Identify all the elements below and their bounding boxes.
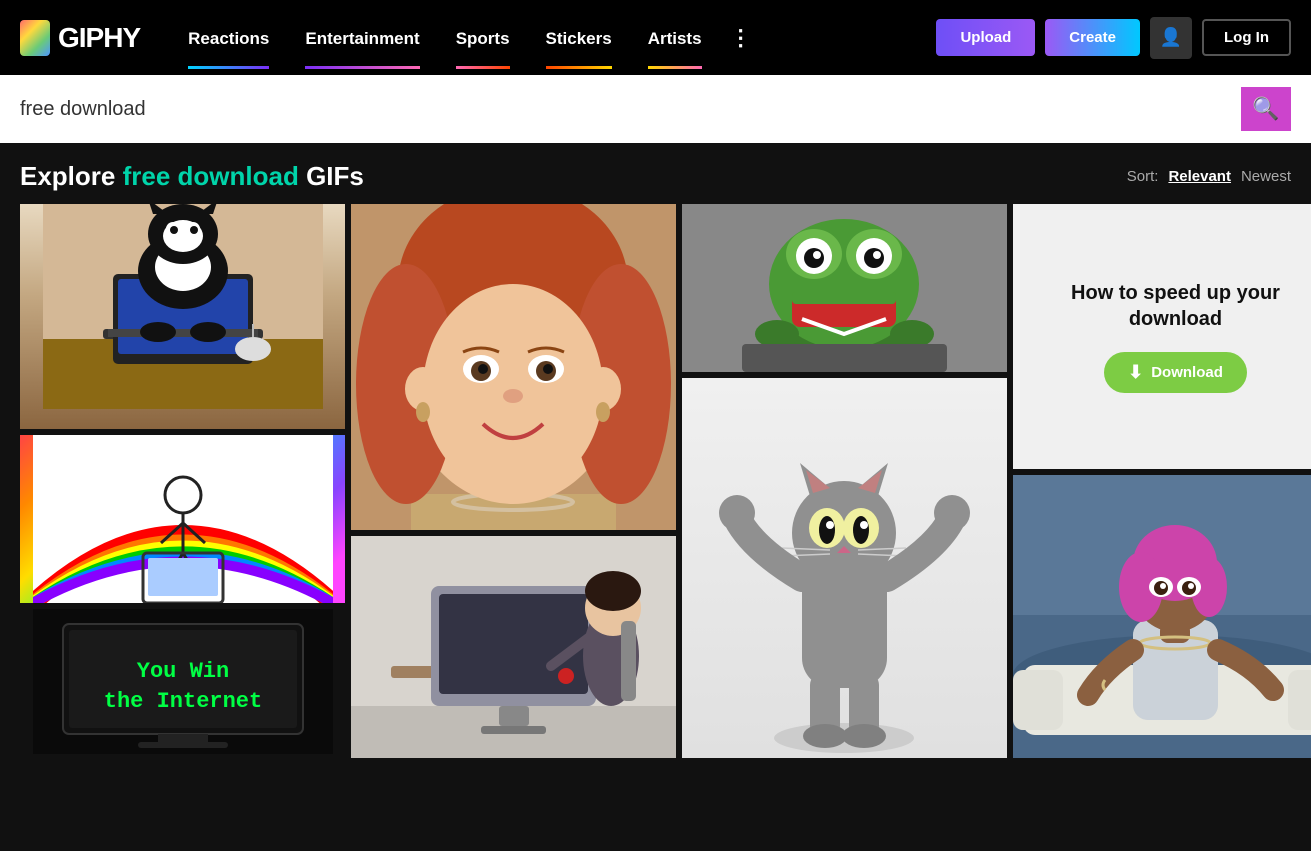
woman-smile-illustration bbox=[351, 204, 676, 530]
nav-item-reactions[interactable]: Reactions bbox=[170, 7, 287, 69]
ad-title: How to speed up your download bbox=[1033, 280, 1311, 332]
gif-cat-typing[interactable] bbox=[20, 204, 345, 429]
gif-column-4: How to speed up your download ⬇ Download bbox=[1013, 204, 1311, 758]
gif-grid: ✦ ✦ ✦ bbox=[0, 204, 1311, 778]
nav-item-sports[interactable]: Sports bbox=[438, 7, 528, 69]
cat-standing-illustration bbox=[682, 378, 1007, 758]
search-icon: 🔍 bbox=[1252, 96, 1279, 122]
user-icon-button[interactable]: 👤 bbox=[1150, 17, 1192, 59]
explore-title: Explore free download GIFs bbox=[20, 161, 364, 192]
gif-column-1: ✦ ✦ ✦ bbox=[20, 204, 345, 758]
search-button[interactable]: 🔍 bbox=[1241, 87, 1291, 131]
gif-column-2 bbox=[351, 204, 676, 758]
create-button[interactable]: Create bbox=[1045, 19, 1140, 56]
sort-newest-button[interactable]: Newest bbox=[1241, 168, 1291, 185]
nav-more-button[interactable]: ⋮ bbox=[720, 5, 762, 71]
upload-button[interactable]: Upload bbox=[936, 19, 1035, 56]
explore-prefix: Explore bbox=[20, 161, 123, 191]
nav-item-entertainment[interactable]: Entertainment bbox=[287, 7, 437, 69]
ad-download-button[interactable]: ⬇ Download bbox=[1104, 352, 1247, 393]
gif-person-computer[interactable] bbox=[351, 536, 676, 758]
logo-text: GIPHY bbox=[58, 22, 140, 54]
gif-you-win-internet[interactable]: You Win the Internet bbox=[20, 609, 345, 754]
cat-typing-illustration bbox=[43, 204, 323, 409]
download-icon: ⬇ bbox=[1128, 362, 1143, 383]
nav-item-artists[interactable]: Artists bbox=[630, 7, 720, 69]
header-actions: Upload Create 👤 Log In bbox=[936, 17, 1291, 59]
svg-text:✦: ✦ bbox=[163, 447, 171, 458]
rihanna-illustration bbox=[1013, 475, 1311, 758]
gif-cat-standing[interactable] bbox=[682, 378, 1007, 758]
main-nav: Reactions Entertainment Sports Stickers … bbox=[170, 5, 761, 71]
svg-text:the Internet: the Internet bbox=[103, 689, 261, 714]
logo[interactable]: GIPHY bbox=[20, 20, 140, 56]
gif-rihanna[interactable] bbox=[1013, 475, 1311, 758]
gif-woman-smile[interactable] bbox=[351, 204, 676, 530]
explore-section: Explore free download GIFs Sort: Relevan… bbox=[0, 143, 1311, 204]
gif-how-to-speed-ad[interactable]: How to speed up your download ⬇ Download bbox=[1013, 204, 1311, 469]
gif-kermit-typing[interactable] bbox=[682, 204, 1007, 372]
gif-rainbow-dance[interactable]: ✦ ✦ ✦ bbox=[20, 435, 345, 603]
kermit-typing-illustration bbox=[682, 204, 1007, 372]
sort-relevant-button[interactable]: Relevant bbox=[1168, 168, 1231, 185]
svg-text:You Win: You Win bbox=[136, 659, 228, 684]
sort-label: Sort: bbox=[1127, 168, 1159, 185]
site-header: GIPHY Reactions Entertainment Sports Sti… bbox=[0, 0, 1311, 75]
search-bar: 🔍 bbox=[0, 75, 1311, 143]
search-input[interactable] bbox=[20, 98, 1241, 121]
rainbow-dance-illustration: ✦ ✦ ✦ bbox=[33, 435, 333, 603]
person-computer-illustration bbox=[351, 536, 676, 758]
ad-button-label: Download bbox=[1151, 364, 1223, 381]
explore-highlight: free download bbox=[123, 161, 299, 191]
you-win-illustration: You Win the Internet bbox=[33, 609, 333, 754]
logo-icon bbox=[20, 20, 50, 56]
gif-column-3 bbox=[682, 204, 1007, 758]
user-icon: 👤 bbox=[1160, 27, 1182, 48]
explore-suffix: GIFs bbox=[299, 161, 364, 191]
login-button[interactable]: Log In bbox=[1202, 19, 1291, 56]
sort-controls: Sort: Relevant Newest bbox=[1127, 168, 1291, 185]
nav-item-stickers[interactable]: Stickers bbox=[528, 7, 630, 69]
svg-text:✦: ✦ bbox=[283, 454, 293, 468]
svg-text:✦: ✦ bbox=[53, 462, 66, 479]
